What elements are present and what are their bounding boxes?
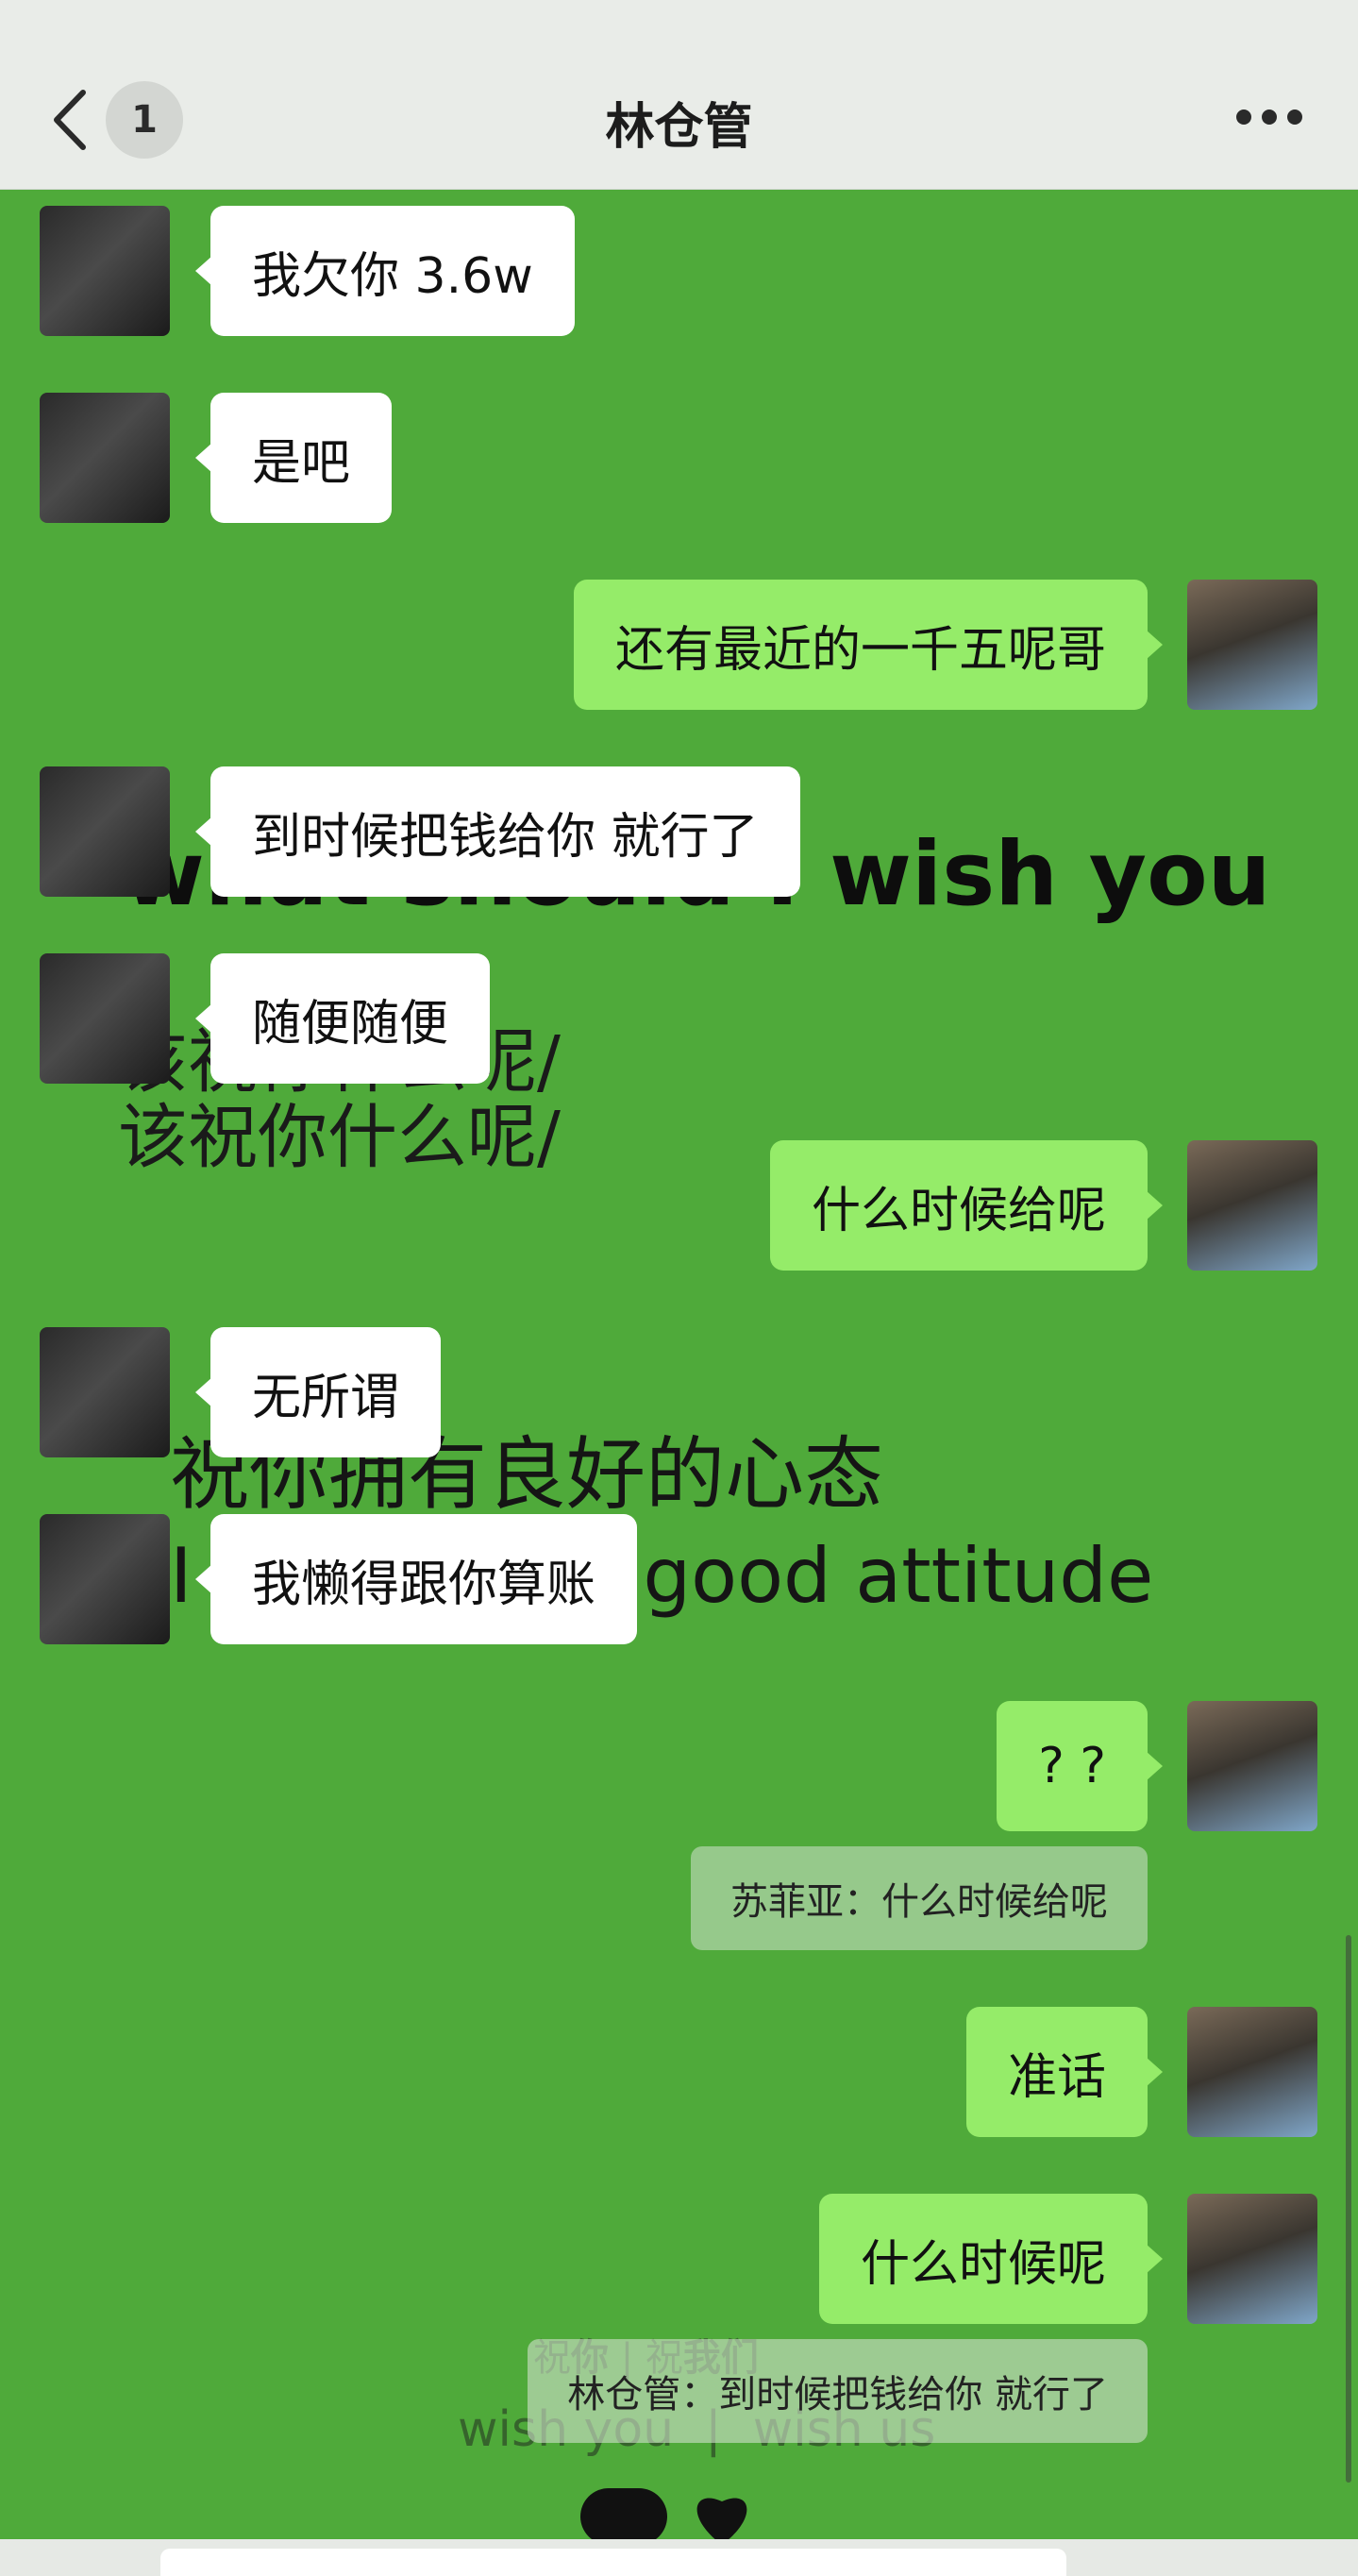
quoted-message[interactable]: 苏菲亚：什么时候给呢 [691,1846,1148,1950]
quoted-message[interactable]: 林仓管：到时候把钱给你 就行了 [528,2339,1148,2443]
avatar-contact[interactable] [40,1514,170,1644]
message-bubble-sent[interactable]: 还有最近的一千五呢哥 [573,580,1164,710]
message-text: 什么时候呢 [860,2235,1106,2293]
message-text: 我懒得跟你算账 [252,1556,596,1613]
message-bubble-received[interactable]: 我欠你 3.6w [195,206,575,336]
avatar-self[interactable] [1187,1701,1317,1831]
avatar-self[interactable] [1187,580,1317,710]
message-text: 准话 [1007,2048,1106,2106]
chat-header: 1 林仓管 [0,0,1358,190]
message-text: 我欠你 3.6w [252,247,533,305]
message-text: 随便随便 [252,995,449,1052]
avatar-contact[interactable] [40,766,170,897]
message-input[interactable] [160,2549,1066,2576]
overlay-hearts-icon [580,2488,747,2545]
chat-title: 林仓管 [605,99,753,156]
message-bubble-sent[interactable]: 什么时候呢 [818,2194,1164,2324]
message-text: 无所谓 [252,1369,400,1426]
avatar-self[interactable] [1187,2194,1317,2324]
message-text: ? ? [1038,1738,1106,1794]
more-dots-icon [1236,109,1302,125]
message-bubble-received[interactable]: 随便随便 [194,953,491,1084]
message-bubble-received[interactable]: 是吧 [194,393,393,523]
message-text: 什么时候给呢 [811,1182,1106,1239]
quoted-message-text: 苏菲亚：什么时候给呢 [730,1880,1108,1924]
avatar-contact[interactable] [40,206,170,336]
avatar-contact[interactable] [40,393,170,523]
more-button[interactable] [1227,96,1312,134]
quoted-message-text: 林仓管：到时候把钱给你 就行了 [567,2373,1108,2416]
input-bar [0,2539,1358,2576]
avatar-self[interactable] [1187,2007,1317,2137]
message-bubble-received[interactable]: 到时候把钱给你 就行了 [195,766,800,897]
message-bubble-sent[interactable]: ? ? [997,1701,1163,1831]
message-text: 是吧 [252,434,351,492]
avatar-contact[interactable] [40,953,170,1084]
avatar-contact[interactable] [40,1327,170,1457]
avatar-self[interactable] [1187,1140,1317,1271]
scrollbar[interactable] [1346,1935,1351,2483]
message-text: 还有最近的一千五呢哥 [614,621,1106,679]
message-bubble-sent[interactable]: 什么时候给呢 [769,1140,1164,1271]
message-bubble-received[interactable]: 我懒得跟你算账 [194,1514,638,1644]
message-bubble-received[interactable]: 无所谓 [194,1327,442,1457]
message-bubble-sent[interactable]: 准话 [965,2007,1164,2137]
message-text: 到时候把钱给你 就行了 [252,808,759,866]
overlay-text-line3: 该祝你什么呢/ [118,1097,561,1178]
